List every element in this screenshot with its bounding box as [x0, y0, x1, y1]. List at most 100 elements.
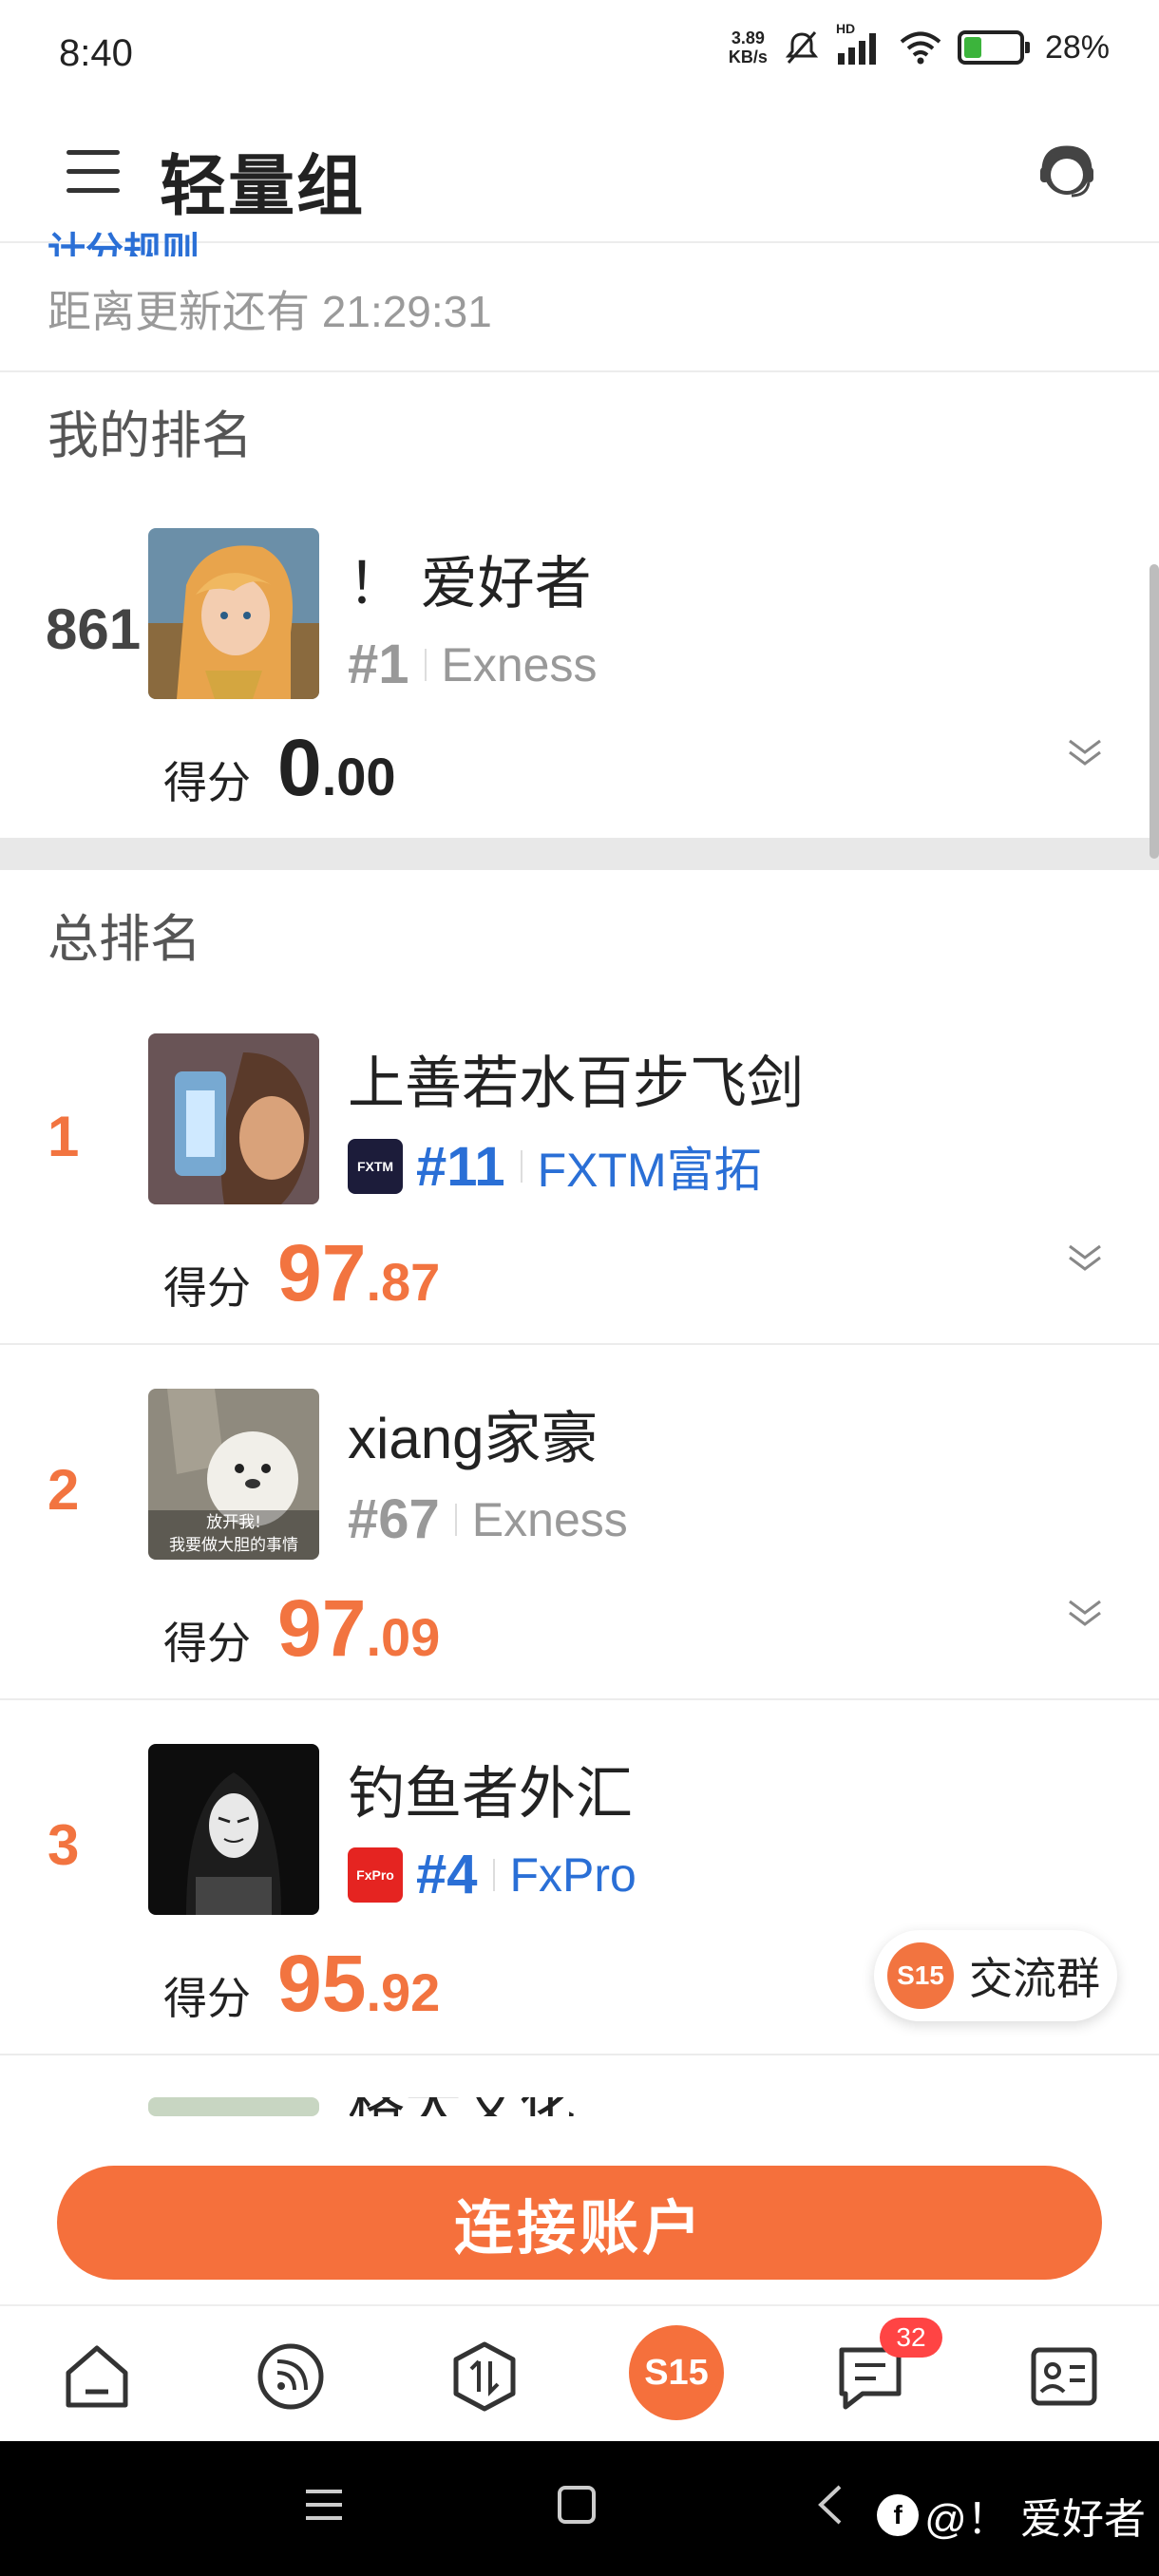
section-separator — [0, 838, 1159, 870]
broker-name: FXTM富拓 — [537, 1144, 762, 1197]
score: 97.09 — [277, 1582, 440, 1675]
score-int: 97 — [277, 1228, 367, 1317]
my-username: ！ 爱好者 — [348, 552, 592, 616]
my-rank-heading: 我的排名 — [48, 407, 253, 464]
hash-rank: #67 — [348, 1488, 440, 1550]
tab-home[interactable] — [59, 2339, 135, 2415]
back-icon[interactable] — [809, 2483, 853, 2527]
divider — [0, 1343, 1159, 1345]
platform-logo-icon: f — [877, 2494, 920, 2536]
wifi-icon — [900, 31, 941, 65]
score-dec: .09 — [366, 1607, 441, 1667]
connect-account-button[interactable]: 连接账户 — [57, 2166, 1102, 2280]
bottom-tab-bar: S15 — [0, 2304, 1159, 2441]
battery-percent: 28% — [1044, 28, 1110, 66]
broker-meta: #67 Exness — [348, 1487, 628, 1551]
page-title: 轻量组 — [160, 149, 365, 223]
update-countdown: 距离更新还有 21:29:31 — [48, 287, 492, 336]
score: 95.92 — [277, 1938, 440, 2030]
hd-label: HD — [835, 21, 856, 36]
fxtm-logo-icon: FXTM — [348, 1139, 403, 1194]
username: 上善若水百步飞剑 — [348, 1051, 804, 1115]
avatar[interactable]: 放开我! 我要做大胆的事情 — [148, 1389, 319, 1560]
trade-icon — [453, 2341, 516, 2412]
net-speed-unit: KB/s — [728, 47, 768, 66]
username: xiang家豪 — [348, 1407, 598, 1470]
score: 97.87 — [277, 1227, 440, 1319]
net-speed: 3.89 KB/s — [729, 28, 768, 66]
watermark-text: @！ 爱好者 — [924, 2496, 1146, 2543]
divider — [0, 1698, 1159, 1700]
score-label: 得分 — [163, 758, 251, 807]
chevron-down-icon[interactable] — [1066, 1239, 1104, 1277]
scrollbar[interactable] — [1150, 564, 1159, 859]
score-dec: .87 — [366, 1252, 441, 1312]
broker-name: Exness — [471, 1492, 628, 1546]
score-int: 95 — [277, 1939, 367, 2028]
s15-logo-icon: S15 — [887, 1942, 954, 2009]
tab-feed[interactable] — [253, 2339, 329, 2415]
meta-separator — [492, 1858, 495, 1891]
status-time: 8:40 — [59, 32, 133, 74]
rank-number: 1 — [48, 1105, 80, 1168]
divider — [0, 370, 1159, 372]
score-int: 0 — [277, 723, 322, 812]
rank-number: 3 — [48, 1813, 80, 1877]
score-label: 得分 — [163, 1974, 251, 2023]
feed-icon — [257, 2343, 324, 2410]
divider — [0, 2054, 1159, 2055]
list-item[interactable]: 格大文化 — [0, 2097, 1159, 2116]
broker-meta: FXTM #11 FXTM富拓 — [348, 1132, 762, 1201]
battery-icon — [957, 30, 1030, 65]
meta-separator — [520, 1150, 522, 1183]
score-label: 得分 — [163, 1619, 251, 1668]
score-label: 得分 — [163, 1263, 251, 1313]
my-broker-meta: #1 Exness — [348, 633, 597, 696]
tab-profile[interactable] — [1026, 2339, 1102, 2415]
status-icons: 3.89 KB/s HD 28% — [729, 21, 1110, 66]
avatar[interactable] — [148, 1033, 319, 1204]
chat-group-button[interactable]: S15 交流群 — [874, 1930, 1117, 2021]
hash-rank: #11 — [416, 1135, 505, 1198]
unread-badge: 32 — [880, 2318, 942, 2358]
scoring-rules-link[interactable]: 计分规则 — [48, 220, 200, 256]
meta-separator — [424, 648, 427, 681]
recents-icon[interactable] — [302, 2483, 346, 2527]
broker-name: FxPro — [509, 1847, 636, 1902]
hash-rank: #4 — [416, 1844, 478, 1905]
my-hash-rank: #1 — [348, 634, 409, 695]
watermark: f @！ 爱好者 — [877, 2485, 1146, 2546]
avatar-caption: 我要做大胆的事情 — [169, 1536, 298, 1555]
customer-service-icon[interactable] — [1036, 141, 1098, 203]
username: 钓鱼者外汇 — [348, 1762, 633, 1826]
my-broker-name: Exness — [441, 637, 598, 691]
chat-group-label: 交流群 — [969, 1954, 1100, 2003]
avatar[interactable] — [148, 2097, 319, 2116]
net-speed-value: 3.89 — [731, 28, 765, 47]
broker-meta: FxPro #4 FxPro — [348, 1843, 636, 1906]
score-dec: .92 — [366, 1962, 441, 2022]
overall-rank-heading: 总排名 — [48, 911, 201, 968]
hd-signal: HD — [836, 21, 884, 66]
home-icon — [66, 2345, 128, 2408]
rank-number: 2 — [48, 1458, 80, 1522]
status-bar: 8:40 3.89 KB/s HD 28% — [0, 0, 1159, 104]
fxpro-logo-icon: FxPro — [348, 1847, 403, 1903]
connect-bar: 连接账户 — [0, 2116, 1159, 2304]
meta-separator — [454, 1503, 457, 1536]
chevron-down-icon[interactable] — [1066, 1594, 1104, 1632]
score-int: 97 — [277, 1583, 367, 1673]
profile-card-icon — [1031, 2347, 1097, 2406]
avatar[interactable] — [148, 528, 319, 699]
tab-s15[interactable]: S15 — [629, 2325, 724, 2420]
bell-muted-icon — [785, 31, 819, 64]
my-rank-number: 861 — [46, 597, 142, 661]
score-dec: .00 — [321, 747, 396, 806]
avatar-caption: 放开我! — [206, 1513, 261, 1532]
home-nav-icon[interactable] — [555, 2483, 598, 2527]
my-score: 0.00 — [277, 722, 396, 814]
tab-trade[interactable] — [446, 2339, 522, 2415]
avatar[interactable] — [148, 1744, 319, 1915]
chevron-down-icon[interactable] — [1066, 733, 1104, 771]
menu-icon[interactable] — [66, 150, 120, 194]
